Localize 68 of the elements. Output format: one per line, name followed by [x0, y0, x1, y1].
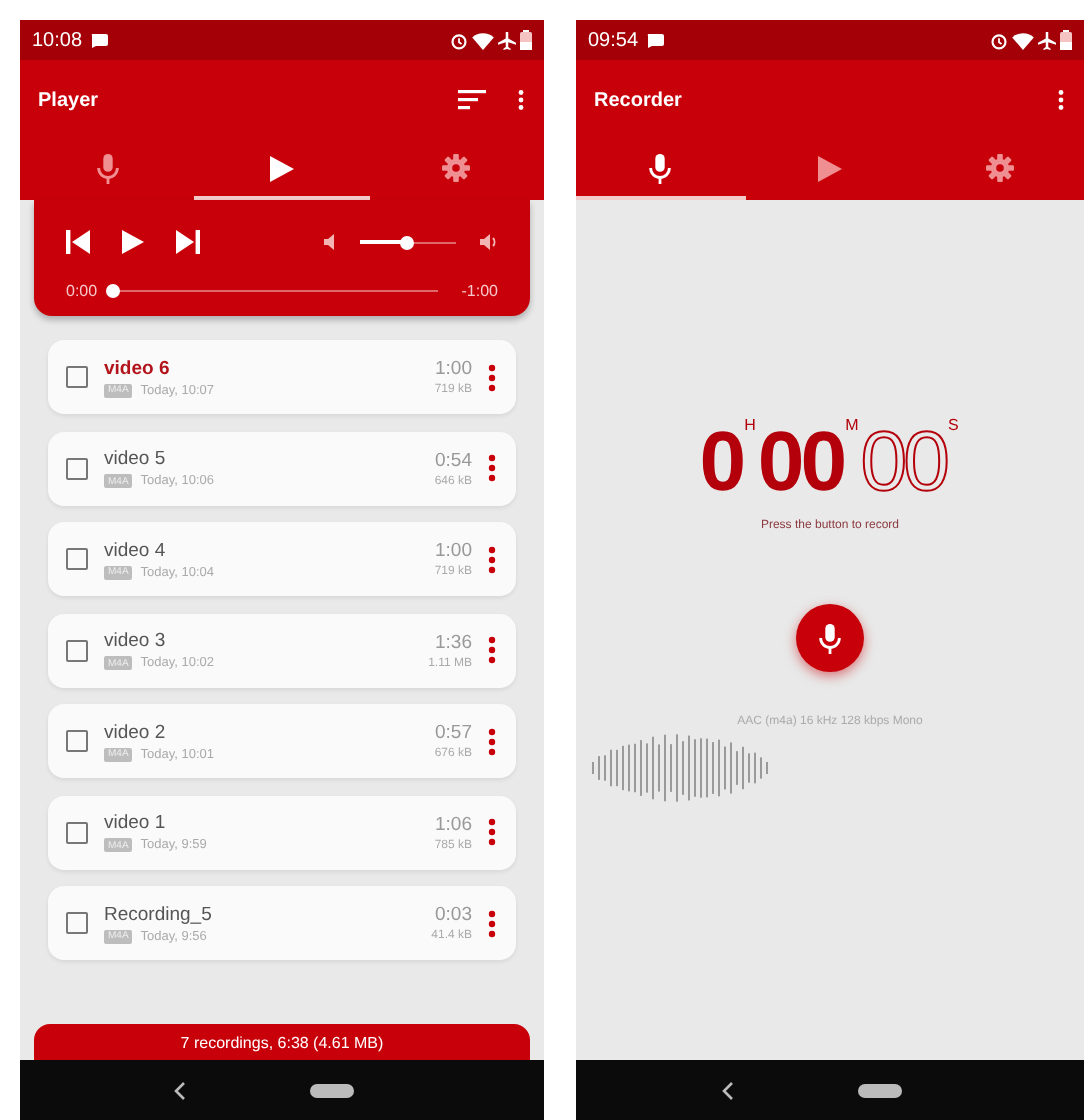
checkbox[interactable]	[66, 639, 88, 661]
more-icon[interactable]	[488, 545, 496, 573]
recording-duration: 1:00	[435, 540, 472, 562]
recording-duration: 0:57	[435, 722, 472, 744]
record-button[interactable]	[796, 604, 864, 672]
app-title: Recorder	[594, 89, 684, 111]
alarm-icon	[450, 31, 468, 49]
recording-name: video 6	[104, 357, 172, 379]
more-icon[interactable]	[488, 818, 496, 846]
more-icon[interactable]	[488, 909, 496, 937]
checkbox[interactable]	[66, 821, 88, 843]
checkbox[interactable]	[66, 730, 88, 752]
timer: 0$^{H}$ 00$^{M}$ 00$^{S}$	[699, 420, 961, 504]
recording-name: video 2	[104, 721, 168, 743]
settings-icon	[985, 154, 1014, 182]
mic-icon	[648, 153, 673, 183]
summary-bar: 7 recordings, 6:38 (4.61 MB)	[34, 1024, 530, 1060]
recording-name: video 4	[104, 539, 168, 561]
checkbox[interactable]	[66, 912, 88, 934]
recording-name: video 3	[104, 630, 168, 652]
skip-previous-icon[interactable]	[66, 230, 90, 254]
remaining-time: -1:00	[461, 281, 498, 299]
airplane-icon	[1038, 31, 1056, 49]
settings-icon	[442, 154, 471, 182]
more-icon[interactable]	[488, 363, 496, 391]
back-icon[interactable]	[174, 1081, 186, 1099]
recording-duration: 0:03	[435, 904, 472, 926]
skip-next-icon[interactable]	[176, 230, 200, 254]
battery-icon	[1060, 30, 1072, 50]
checkbox[interactable]	[66, 548, 88, 570]
status-time: 10:08	[32, 29, 83, 51]
recording-duration: 1:36	[435, 631, 472, 653]
play-icon	[269, 155, 294, 181]
home-handle[interactable]	[858, 1083, 902, 1097]
battery-icon	[520, 30, 532, 50]
mic-icon	[95, 153, 120, 183]
more-icon[interactable]	[1058, 86, 1064, 114]
home-handle[interactable]	[310, 1083, 354, 1097]
recording-duration: 1:06	[435, 813, 472, 835]
message-icon	[646, 33, 665, 47]
slider-thumb[interactable]	[399, 235, 414, 249]
wifi-icon	[472, 31, 494, 49]
recording-name: Recording_5	[104, 903, 214, 925]
more-icon[interactable]	[488, 454, 496, 482]
more-icon[interactable]	[518, 86, 524, 114]
alarm-icon	[990, 31, 1008, 49]
recording-name: video 1	[104, 812, 168, 834]
play-icon	[818, 155, 842, 181]
recording-name: video 5	[104, 448, 168, 470]
checkbox[interactable]	[66, 366, 88, 388]
recording-duration: 0:54	[435, 449, 472, 471]
wifi-icon	[1012, 31, 1034, 49]
slider-thumb[interactable]	[106, 283, 121, 297]
elapsed-time: 0:00	[66, 281, 98, 299]
airplane-icon	[498, 31, 516, 49]
more-icon[interactable]	[488, 727, 496, 755]
sort-icon[interactable]	[458, 90, 486, 110]
volume-high-icon	[480, 234, 498, 250]
status-time: 09:54	[588, 29, 639, 51]
volume-low-icon	[324, 234, 336, 250]
play-icon[interactable]	[122, 230, 144, 254]
app-title: Player	[38, 89, 101, 111]
recording-duration: 1:00	[435, 358, 472, 380]
back-icon[interactable]	[722, 1081, 734, 1099]
mic-icon	[818, 623, 842, 653]
checkbox[interactable]	[66, 457, 88, 479]
more-icon[interactable]	[488, 636, 496, 664]
message-icon	[90, 33, 109, 47]
